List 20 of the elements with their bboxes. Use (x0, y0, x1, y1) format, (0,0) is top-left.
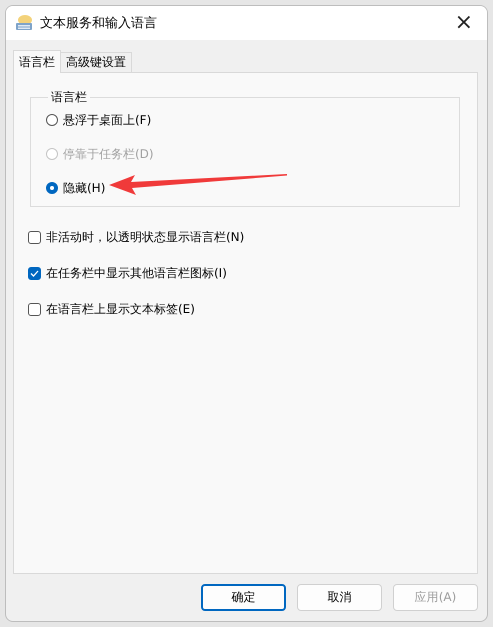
radio-label: 隐藏(H) (63, 180, 106, 196)
checkbox-label: 非活动时，以透明状态显示语言栏(N) (46, 228, 244, 246)
radio-label: 停靠于任务栏(D) (63, 146, 154, 162)
checkbox[interactable] (28, 230, 41, 244)
group-title: 语言栏 (50, 89, 88, 106)
checkbox[interactable] (28, 266, 41, 280)
radio-label: 悬浮于桌面上(F) (63, 112, 152, 128)
dialog-button[interactable]: 确定 (201, 584, 286, 611)
tab[interactable]: 语言栏 (13, 50, 61, 73)
checkbox-label: 在任务栏中显示其他语言栏图标(I) (46, 264, 227, 282)
window-title: 文本服务和输入语言 (40, 15, 158, 32)
radio-button[interactable] (46, 182, 58, 194)
close-button[interactable]: × (448, 12, 479, 34)
checkbox-label: 在语言栏上显示文本标签(E) (46, 300, 195, 318)
checkbox[interactable] (28, 302, 41, 316)
radio-button[interactable] (46, 114, 58, 126)
dialog-button[interactable]: 取消 (297, 584, 382, 611)
tab[interactable]: 高级键设置 (60, 52, 132, 73)
check-icon (30, 270, 39, 276)
keyboard-icon (15, 14, 33, 32)
